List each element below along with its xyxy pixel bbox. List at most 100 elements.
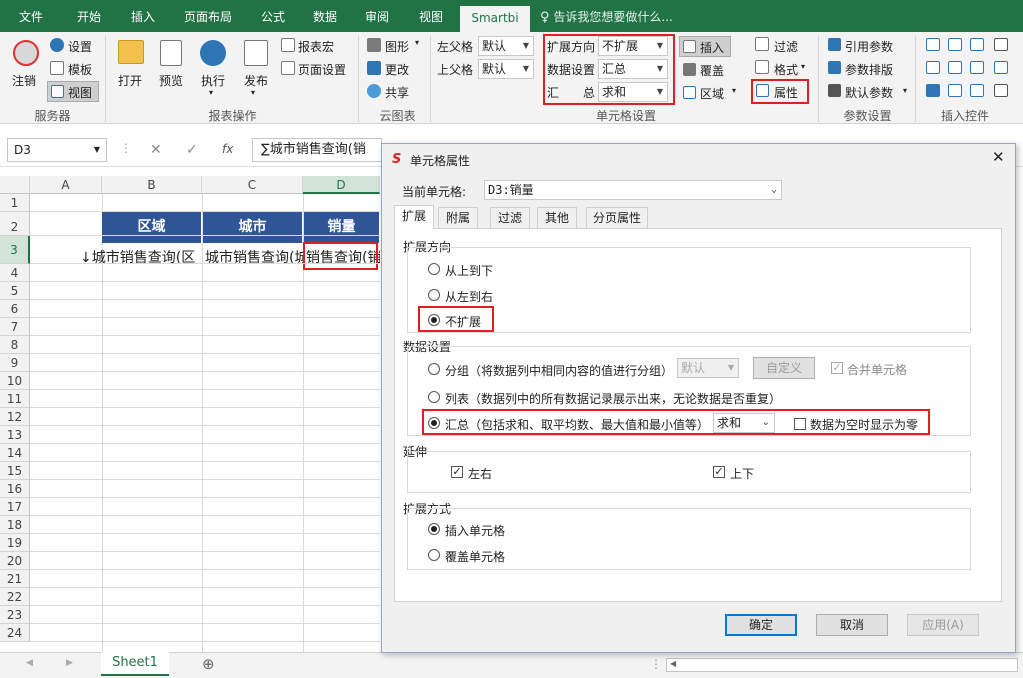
tab-smartbi[interactable]: Smartbi xyxy=(460,6,530,32)
row-header[interactable]: 13 xyxy=(0,426,30,444)
scroll-right-icon[interactable]: ▶ xyxy=(66,658,73,668)
row-header[interactable]: 6 xyxy=(0,300,30,318)
row-header[interactable]: 24 xyxy=(0,624,30,642)
cell-b3[interactable]: ↓城市销售查询(区 xyxy=(80,247,202,267)
dropdown-control-icon[interactable] xyxy=(948,38,962,51)
column-header[interactable]: A xyxy=(30,176,102,194)
row-header[interactable]: 15 xyxy=(0,462,30,480)
textbox-control-icon[interactable] xyxy=(926,38,940,51)
listbox-control-icon[interactable] xyxy=(970,38,984,51)
radio-top-to-bottom[interactable] xyxy=(428,263,440,275)
radio-cover-cell[interactable] xyxy=(428,549,440,561)
row-header[interactable]: 7 xyxy=(0,318,30,336)
tab-file[interactable]: 文件 xyxy=(8,0,54,32)
page-control-icon[interactable] xyxy=(994,38,1008,51)
row-header[interactable]: 1 xyxy=(0,194,30,212)
insert-button[interactable]: 插入 xyxy=(700,39,724,56)
sheet-tab-sheet1[interactable]: Sheet1 xyxy=(101,652,169,676)
label-control-icon[interactable] xyxy=(994,84,1008,97)
tab-other[interactable]: 其他 xyxy=(537,207,577,228)
update-button[interactable]: 更改 xyxy=(385,61,409,78)
tab-home[interactable]: 开始 xyxy=(66,0,112,32)
tab-page-layout[interactable]: 页面布局 xyxy=(176,0,240,32)
radio-left-to-right[interactable] xyxy=(428,289,440,301)
tab-review[interactable]: 审阅 xyxy=(354,0,400,32)
row-header[interactable]: 10 xyxy=(0,372,30,390)
tab-insert[interactable]: 插入 xyxy=(120,0,166,32)
cell-c3[interactable]: 城市销售查询(城 xyxy=(205,247,303,267)
current-cell-select[interactable]: D3:销量 ⌄ xyxy=(484,180,782,200)
open-button[interactable]: 打开 xyxy=(118,72,142,89)
row-header[interactable]: 9 xyxy=(0,354,30,372)
tab-formulas[interactable]: 公式 xyxy=(250,0,296,32)
row-header[interactable]: 19 xyxy=(0,534,30,552)
grid-control-icon[interactable] xyxy=(926,61,940,74)
insert-function-icon[interactable]: fx xyxy=(222,142,233,156)
template-button[interactable]: 模板 xyxy=(68,61,92,78)
tab-expand[interactable]: 扩展 xyxy=(394,205,434,229)
row-header[interactable]: 8 xyxy=(0,336,30,354)
chart-button[interactable]: 图形 xyxy=(385,38,409,55)
formula-input[interactable]: ∑城市销售查询(销 xyxy=(252,138,382,162)
merge-cells-checkbox[interactable]: ✓ xyxy=(831,362,843,374)
tell-me-box[interactable]: ♀ 告诉我您想要做什么... xyxy=(540,0,673,32)
row-header[interactable]: 16 xyxy=(0,480,30,498)
header-cell-region[interactable]: 区域 xyxy=(102,211,202,243)
tab-attach[interactable]: 附属 xyxy=(438,207,478,228)
up-down-checkbox[interactable]: ✓ xyxy=(713,466,725,478)
custom-button[interactable]: 自定义 xyxy=(753,357,815,379)
radio-list[interactable] xyxy=(428,391,440,403)
apply-button[interactable]: 应用(A) xyxy=(907,614,979,636)
row-header[interactable]: 23 xyxy=(0,606,30,624)
scroll-left-icon[interactable]: ◀ xyxy=(26,658,33,668)
row-header[interactable]: 22 xyxy=(0,588,30,606)
confirm-formula-icon[interactable]: ✓ xyxy=(186,142,198,158)
row-header[interactable]: 2 xyxy=(0,212,30,236)
tab-filter[interactable]: 过滤 xyxy=(490,207,530,228)
param-layout-button[interactable]: 参数排版 xyxy=(845,61,893,78)
tab-paging[interactable]: 分页属性 xyxy=(586,207,648,228)
radio-insert-cell[interactable] xyxy=(428,523,440,535)
row-header[interactable]: 14 xyxy=(0,444,30,462)
row-header[interactable]: 18 xyxy=(0,516,30,534)
view-button[interactable]: 视图 xyxy=(68,84,92,101)
ok-button[interactable]: 确定 xyxy=(725,614,797,636)
scroll-left-arrow-icon[interactable]: ◀ xyxy=(670,659,676,668)
logout-button[interactable]: 注销 xyxy=(12,72,36,89)
cancel-formula-icon[interactable]: ✕ xyxy=(150,142,162,158)
row-header[interactable]: 21 xyxy=(0,570,30,588)
row-header[interactable]: 17 xyxy=(0,498,30,516)
ref-param-button[interactable]: 引用参数 xyxy=(845,38,893,55)
default-param-button[interactable]: 默认参数 xyxy=(845,84,893,101)
row-header[interactable]: 5 xyxy=(0,282,30,300)
add-sheet-icon[interactable]: ⊕ xyxy=(202,655,215,673)
tab-view[interactable]: 视图 xyxy=(408,0,454,32)
table-control-icon[interactable] xyxy=(994,61,1008,74)
execute-button[interactable]: 执行 xyxy=(201,72,225,89)
image-control-icon[interactable] xyxy=(970,84,984,97)
publish-button[interactable]: 发布 xyxy=(244,72,268,89)
link-control-icon[interactable] xyxy=(948,84,962,97)
left-right-checkbox[interactable]: ✓ xyxy=(451,466,463,478)
column-header[interactable]: D xyxy=(303,176,380,194)
page-setup-button[interactable]: 页面设置 xyxy=(298,61,346,78)
tree-control-icon[interactable] xyxy=(970,61,984,74)
column-header[interactable]: B xyxy=(102,176,202,194)
name-box[interactable]: D3 ▼ xyxy=(7,138,107,162)
horizontal-scrollbar[interactable] xyxy=(666,658,1018,672)
format-button[interactable]: 格式 xyxy=(774,61,798,78)
report-macro-button[interactable]: 报表宏 xyxy=(298,38,334,55)
radio-control-icon[interactable] xyxy=(948,61,962,74)
close-icon[interactable]: ✕ xyxy=(992,148,1005,166)
row-header[interactable]: 3 xyxy=(0,236,30,264)
preview-button[interactable]: 预览 xyxy=(159,72,183,89)
header-cell-sales[interactable]: 销量 xyxy=(304,211,380,243)
radio-group[interactable] xyxy=(428,363,440,375)
row-header[interactable]: 11 xyxy=(0,390,30,408)
left-parent-select[interactable]: 默认 ▼ xyxy=(478,36,534,56)
select-all-corner[interactable] xyxy=(0,176,30,194)
settings-button[interactable]: 设置 xyxy=(68,38,92,55)
row-header[interactable]: 4 xyxy=(0,264,30,282)
top-parent-select[interactable]: 默认 ▼ xyxy=(478,59,534,79)
region-button[interactable]: 区域 xyxy=(700,85,724,102)
